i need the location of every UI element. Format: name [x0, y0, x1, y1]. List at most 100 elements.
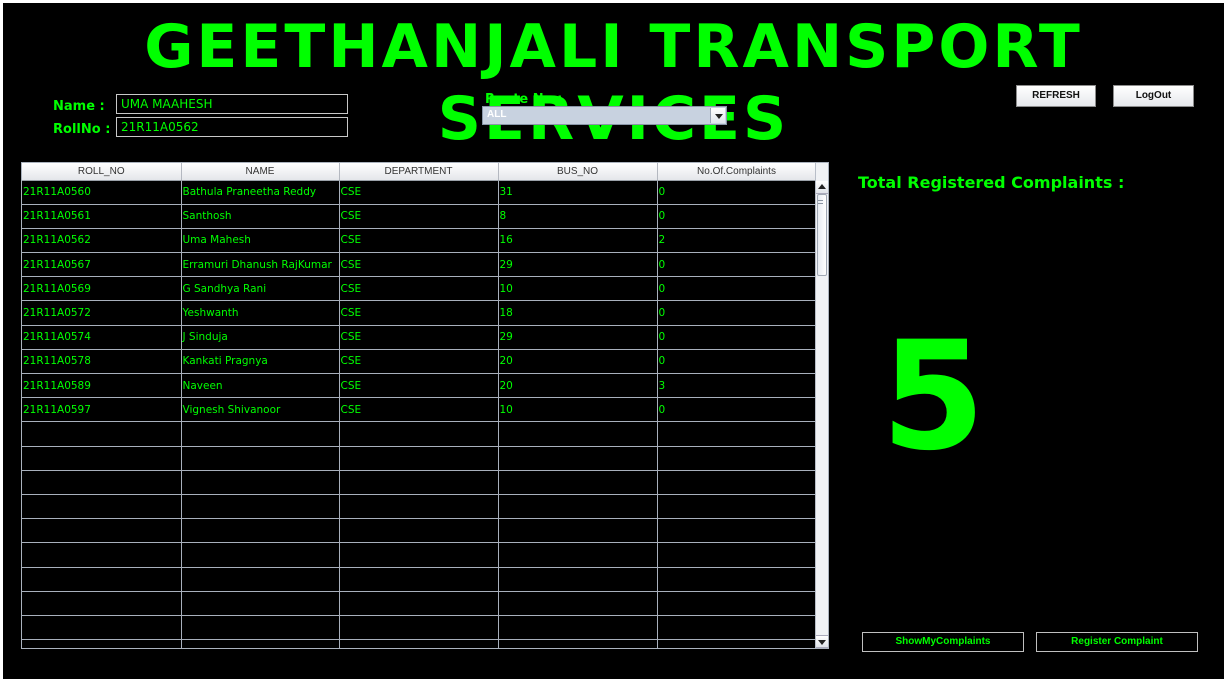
- cell-roll-no: 21R11A0560: [22, 180, 182, 205]
- empty-rows: [22, 421, 817, 648]
- empty-cell: [22, 518, 182, 544]
- cell-complaints: 2: [657, 228, 817, 254]
- empty-table-row[interactable]: [22, 542, 817, 568]
- name-label: Name :: [53, 99, 105, 114]
- app-window: GEETHANJALI TRANSPORT SERVICES Name : UM…: [3, 3, 1224, 679]
- empty-cell: [22, 446, 182, 471]
- empty-cell: [181, 591, 340, 616]
- cell-roll-no: 21R11A0589: [22, 373, 182, 399]
- table-row[interactable]: 21R11A0597 Vignesh Shivanoor CSE 10 0: [22, 397, 817, 423]
- grip-icon: [818, 200, 823, 204]
- table-row[interactable]: 21R11A0561 Santhosh CSE 8 0: [22, 204, 817, 229]
- cell-name: Uma Mahesh: [181, 228, 340, 254]
- empty-cell: [339, 639, 499, 648]
- empty-cell: [339, 542, 499, 568]
- show-my-complaints-button[interactable]: ShowMyComplaints: [862, 632, 1024, 652]
- empty-cell: [657, 470, 817, 495]
- refresh-button[interactable]: REFRESH: [1016, 85, 1096, 107]
- cell-complaints: 0: [657, 180, 817, 205]
- table-row[interactable]: 21R11A0574 J Sinduja CSE 29 0: [22, 325, 817, 350]
- cell-complaints: 0: [657, 252, 817, 278]
- empty-cell: [498, 518, 658, 544]
- empty-cell: [657, 542, 817, 568]
- empty-cell: [498, 615, 658, 641]
- empty-cell: [339, 567, 499, 592]
- cell-bus-no: 8: [498, 204, 658, 229]
- cell-complaints: 0: [657, 397, 817, 423]
- empty-table-row[interactable]: [22, 567, 817, 592]
- cell-roll-no: 21R11A0567: [22, 252, 182, 278]
- empty-cell: [181, 421, 340, 447]
- column-header[interactable]: ROLL_NO: [22, 163, 182, 181]
- empty-table-row[interactable]: [22, 421, 817, 447]
- table-header-row: ROLL_NO NAME DEPARTMENT BUS_NO No.Of.Com…: [22, 163, 817, 181]
- empty-cell: [657, 494, 817, 520]
- rollno-field[interactable]: 21R11A0562: [116, 117, 348, 137]
- empty-cell: [22, 494, 182, 520]
- cell-roll-no: 21R11A0578: [22, 349, 182, 375]
- empty-cell: [498, 470, 658, 495]
- empty-cell: [22, 615, 182, 641]
- table-scrollbar[interactable]: [815, 163, 828, 648]
- scroll-up-icon[interactable]: [816, 181, 828, 194]
- cell-bus-no: 16: [498, 228, 658, 254]
- empty-cell: [657, 591, 817, 616]
- empty-table-row[interactable]: [22, 615, 817, 641]
- empty-cell: [498, 591, 658, 616]
- cell-roll-no: 21R11A0569: [22, 276, 182, 302]
- logout-button[interactable]: LogOut: [1113, 85, 1194, 107]
- cell-bus-no: 29: [498, 325, 658, 350]
- empty-cell: [181, 567, 340, 592]
- total-complaints-value: 5: [881, 310, 986, 484]
- column-header[interactable]: NAME: [181, 163, 340, 181]
- empty-table-row[interactable]: [22, 591, 817, 616]
- empty-table-row[interactable]: [22, 518, 817, 544]
- cell-bus-no: 20: [498, 373, 658, 399]
- empty-cell: [498, 494, 658, 520]
- name-field[interactable]: UMA MAAHESH: [116, 94, 348, 114]
- cell-bus-no: 18: [498, 300, 658, 326]
- empty-cell: [181, 494, 340, 520]
- empty-cell: [339, 421, 499, 447]
- register-complaint-button[interactable]: Register Complaint: [1036, 632, 1198, 652]
- table-row[interactable]: 21R11A0589 Naveen CSE 20 3: [22, 373, 817, 399]
- cell-department: CSE: [339, 373, 499, 399]
- empty-cell: [339, 591, 499, 616]
- cell-roll-no: 21R11A0572: [22, 300, 182, 326]
- empty-cell: [657, 615, 817, 641]
- empty-table-row[interactable]: [22, 494, 817, 520]
- complaints-table: ROLL_NO NAME DEPARTMENT BUS_NO No.Of.Com…: [21, 162, 829, 649]
- cell-bus-no: 20: [498, 349, 658, 375]
- table-row[interactable]: 21R11A0569 G Sandhya Rani CSE 10 0: [22, 276, 817, 302]
- cell-department: CSE: [339, 276, 499, 302]
- table-grid: ROLL_NO NAME DEPARTMENT BUS_NO No.Of.Com…: [22, 163, 817, 648]
- empty-cell: [22, 591, 182, 616]
- empty-cell: [498, 639, 658, 648]
- cell-complaints: 0: [657, 276, 817, 302]
- column-header[interactable]: No.Of.Complaints: [657, 163, 817, 181]
- cell-name: Kankati Pragnya: [181, 349, 340, 375]
- empty-cell: [657, 421, 817, 447]
- cell-department: CSE: [339, 349, 499, 375]
- empty-cell: [657, 518, 817, 544]
- empty-cell: [498, 446, 658, 471]
- table-row[interactable]: 21R11A0578 Kankati Pragnya CSE 20 0: [22, 349, 817, 375]
- table-row[interactable]: 21R11A0572 Yeshwanth CSE 18 0: [22, 300, 817, 326]
- empty-table-row[interactable]: [22, 470, 817, 495]
- chevron-down-icon[interactable]: [710, 108, 725, 123]
- scroll-thumb[interactable]: [817, 194, 827, 276]
- cell-complaints: 3: [657, 373, 817, 399]
- empty-table-row[interactable]: [22, 446, 817, 471]
- cell-roll-no: 21R11A0562: [22, 228, 182, 254]
- column-header[interactable]: DEPARTMENT: [339, 163, 499, 181]
- table-row[interactable]: 21R11A0560 Bathula Praneetha Reddy CSE 31 0: [22, 180, 817, 205]
- cell-bus-no: 31: [498, 180, 658, 205]
- table-row[interactable]: 21R11A0567 Erramuri Dhanush RajKumar CSE 29…: [22, 252, 817, 278]
- cell-bus-no: 10: [498, 397, 658, 423]
- empty-cell: [22, 542, 182, 568]
- column-header[interactable]: BUS_NO: [498, 163, 658, 181]
- scroll-down-icon[interactable]: [816, 635, 828, 648]
- empty-table-row[interactable]: [22, 639, 817, 648]
- route-select[interactable]: ALL: [482, 106, 727, 125]
- table-row[interactable]: 21R11A0562 Uma Mahesh CSE 16 2: [22, 228, 817, 254]
